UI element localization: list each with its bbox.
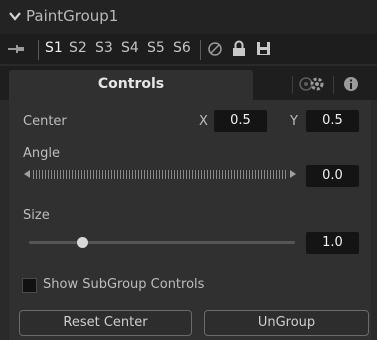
node-title: PaintGroup1 bbox=[26, 7, 119, 25]
show-subgroup-label: Show SubGroup Controls bbox=[43, 277, 205, 292]
version-slot-s5[interactable]: S5 bbox=[145, 39, 167, 57]
tab-controls-label: Controls bbox=[97, 76, 165, 92]
version-slot-s4[interactable]: S4 bbox=[119, 39, 141, 57]
version-slot-s2[interactable]: S2 bbox=[67, 39, 89, 57]
lock-icon[interactable] bbox=[232, 40, 246, 57]
tab-divider bbox=[333, 76, 334, 94]
center-y-label: Y bbox=[290, 114, 298, 129]
ungroup-button[interactable]: UnGroup bbox=[204, 310, 369, 336]
center-y-field[interactable]: 0.5 bbox=[306, 110, 359, 132]
center-label: Center bbox=[23, 114, 67, 129]
angle-thumbwheel[interactable] bbox=[33, 170, 287, 179]
size-slider-handle[interactable] bbox=[76, 237, 88, 248]
version-slot-s3[interactable]: S3 bbox=[93, 39, 115, 57]
version-slot-s6[interactable]: S6 bbox=[171, 39, 193, 57]
size-label: Size bbox=[23, 208, 50, 223]
chevron-down-icon[interactable] bbox=[8, 8, 22, 24]
center-x-label: X bbox=[199, 114, 208, 129]
tab-divider bbox=[292, 76, 293, 94]
toolbar-divider bbox=[38, 40, 39, 60]
version-slot-s1[interactable]: S1 bbox=[43, 39, 65, 57]
show-subgroup-checkbox[interactable] bbox=[22, 278, 37, 293]
settings-icon[interactable] bbox=[307, 74, 327, 94]
angle-decrement-arrow-icon[interactable] bbox=[24, 170, 30, 178]
size-field[interactable]: 1.0 bbox=[306, 232, 359, 254]
angle-field[interactable]: 0.0 bbox=[306, 165, 359, 187]
center-x-field[interactable]: 0.5 bbox=[214, 110, 267, 132]
disable-icon[interactable] bbox=[207, 41, 223, 57]
toolbar-divider bbox=[200, 40, 201, 60]
info-icon[interactable] bbox=[341, 74, 361, 94]
reset-center-button[interactable]: Reset Center bbox=[19, 310, 192, 336]
controls-panel bbox=[9, 100, 371, 340]
angle-label: Angle bbox=[23, 146, 60, 161]
size-slider-track[interactable] bbox=[29, 241, 295, 244]
angle-increment-arrow-icon[interactable] bbox=[290, 170, 296, 178]
save-icon[interactable] bbox=[256, 41, 271, 56]
pin-icon[interactable] bbox=[7, 40, 25, 58]
